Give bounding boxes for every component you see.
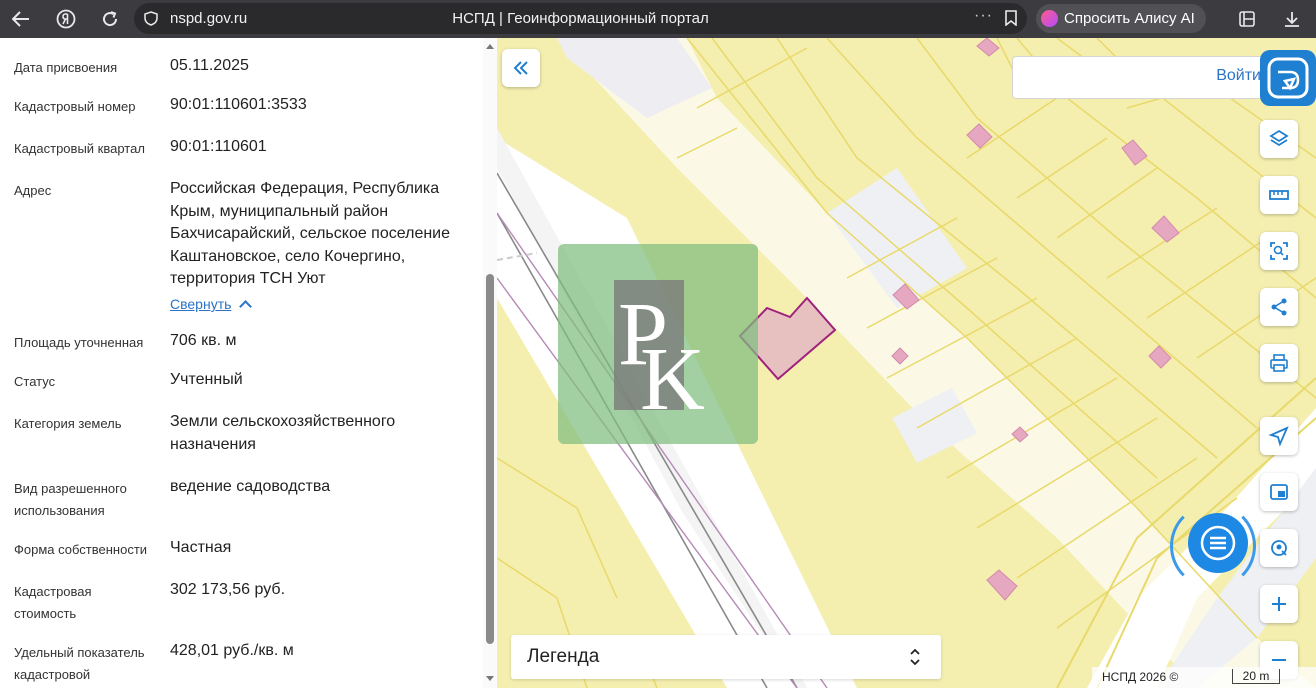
info-label: Кадастровая стоимость <box>14 584 92 621</box>
info-label: Форма собственности <box>14 542 148 557</box>
area-select-button[interactable] <box>1260 232 1298 270</box>
layers-icon <box>1269 129 1289 147</box>
info-label: Дата присвоения <box>14 60 118 75</box>
login-button[interactable]: Войти <box>1012 56 1284 99</box>
area-search-icon <box>1270 242 1288 260</box>
picture-in-picture-icon <box>1270 484 1288 500</box>
info-value[interactable]: 90:01:110601:3533 <box>170 94 470 117</box>
location-search-button[interactable] <box>1260 529 1298 567</box>
attribution-text: НСПД 2026 © <box>1102 670 1179 684</box>
address-bar[interactable]: nspd.gov.ru НСПД | Геоинформационный пор… <box>134 3 1027 34</box>
zoom-in-button[interactable] <box>1260 585 1298 623</box>
collapse-panel-button[interactable] <box>502 49 540 87</box>
browser-toolbar: nspd.gov.ru НСПД | Геоинформационный пор… <box>0 0 1316 38</box>
url-text: nspd.gov.ru <box>170 10 248 27</box>
geolocation-button[interactable] <box>1260 417 1298 455</box>
alice-icon <box>1041 10 1058 27</box>
chat-icon <box>1200 525 1236 561</box>
ask-alice-button[interactable]: Спросить Алису AI <box>1036 4 1206 33</box>
info-value: 05.11.2025 <box>170 57 249 74</box>
info-label: Адрес <box>14 183 52 198</box>
info-value: Учтенный <box>170 371 243 388</box>
legend-label: Легенда <box>527 646 600 667</box>
printer-icon <box>1270 354 1288 372</box>
shield-icon <box>144 11 158 26</box>
nspd-logo-icon[interactable] <box>1260 50 1316 106</box>
info-value: 428,01 руб./кв. м <box>170 642 294 659</box>
share-button[interactable] <box>1260 288 1298 326</box>
info-value[interactable]: 90:01:110601 <box>170 136 470 159</box>
plus-icon <box>1272 597 1286 611</box>
svg-text:K: K <box>640 330 705 429</box>
info-label: Статус <box>14 374 56 389</box>
ask-alice-label: Спросить Алису AI <box>1064 10 1195 27</box>
watermark-logo: P K <box>558 244 758 444</box>
navigation-arrow-icon <box>1268 426 1289 447</box>
back-icon[interactable] <box>10 9 32 29</box>
scrollbar-thumb[interactable] <box>486 274 494 644</box>
collections-icon[interactable] <box>1237 9 1259 29</box>
print-button[interactable] <box>1260 344 1298 382</box>
layers-button[interactable] <box>1260 120 1298 158</box>
info-label: Площадь уточненная <box>14 335 144 350</box>
info-value: ведение садоводства <box>170 478 331 495</box>
location-pin-icon <box>1271 540 1287 556</box>
info-label: Кадастровый номер <box>14 99 136 114</box>
scroll-down-arrow-icon[interactable] <box>486 676 494 681</box>
ruler-button[interactable] <box>1260 176 1298 214</box>
more-icon[interactable]: ··· <box>974 7 993 25</box>
info-label: Вид разрешенного использования <box>14 481 127 518</box>
share-icon <box>1271 298 1287 316</box>
double-chevron-left-icon <box>513 61 528 75</box>
collapse-label: Свернуть <box>170 296 232 312</box>
info-label: Удельный показатель кадастровой <box>14 645 145 682</box>
legend-dropdown[interactable]: Легенда <box>511 635 941 679</box>
login-label: Войти <box>1216 67 1261 84</box>
yandex-icon[interactable] <box>55 9 77 29</box>
minimap-button[interactable] <box>1260 473 1298 511</box>
up-down-chevron-icon <box>910 648 920 666</box>
map-attribution: НСПД 2026 © 20 m <box>1092 667 1316 688</box>
info-value: Земли сельскохозяйственного назначения <box>170 413 396 453</box>
pk-watermark-icon: P K <box>614 280 705 429</box>
info-value: 302 173,56 руб. <box>170 581 286 598</box>
scroll-up-arrow-icon[interactable] <box>486 44 494 49</box>
object-info-panel: Дата присвоения 05.11.2025 Кадастровый н… <box>0 38 497 688</box>
chat-button[interactable] <box>1188 513 1248 573</box>
collapse-link[interactable]: Свернуть <box>170 296 253 313</box>
ruler-icon <box>1269 190 1289 200</box>
info-value: Российская Федерация, Республика Крым, м… <box>170 180 451 287</box>
info-value: Частная <box>170 539 232 556</box>
info-value: 706 кв. м <box>170 332 237 349</box>
map-view[interactable]: P K Войти Легенда НСПД 2026 © 20 m <box>497 38 1316 688</box>
bookmark-icon[interactable] <box>1004 10 1018 26</box>
info-label: Категория земель <box>14 416 122 431</box>
info-label: Кадастровый квартал <box>14 141 145 156</box>
scale-bar: 20 m <box>1232 669 1280 684</box>
chevron-up-icon <box>239 300 253 313</box>
reload-icon[interactable] <box>99 9 121 29</box>
download-icon[interactable] <box>1281 9 1303 29</box>
page-title: НСПД | Геоинформационный портал <box>452 10 709 27</box>
